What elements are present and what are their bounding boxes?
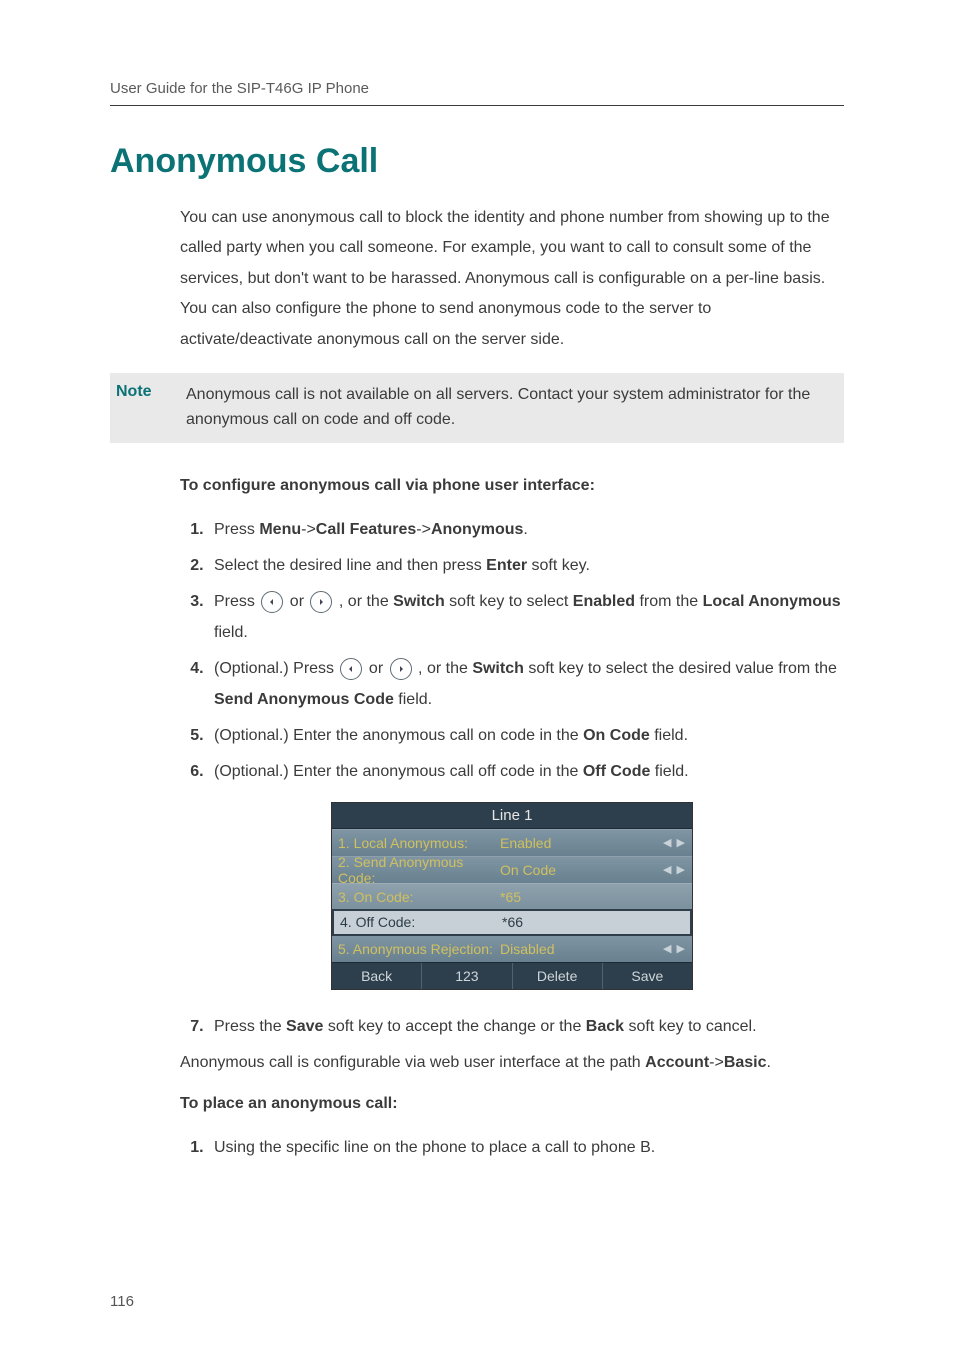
- row-arrows-icon: ◀ ▶: [658, 863, 686, 876]
- place-steps: Using the specific line on the phone to …: [180, 1133, 844, 1163]
- text: soft key to select the desired value fro…: [524, 660, 837, 677]
- text: soft key.: [527, 557, 590, 574]
- row-label: 1. Local Anonymous:: [338, 835, 500, 851]
- running-head: User Guide for the SIP-T46G IP Phone: [110, 80, 844, 106]
- row-value: Enabled: [500, 835, 658, 851]
- text: Using the specific line on the phone to …: [214, 1139, 655, 1156]
- section-title: Anonymous Call: [110, 142, 844, 181]
- text: ->: [416, 521, 431, 538]
- config-heading: To configure anonymous call via phone us…: [180, 477, 844, 495]
- row-value: On Code: [500, 862, 658, 878]
- step-2: Select the desired line and then press E…: [208, 551, 844, 581]
- text: field.: [650, 727, 688, 744]
- switch-bold: Switch: [472, 660, 524, 677]
- config-steps-continued: Press the Save soft key to accept the ch…: [180, 1012, 844, 1042]
- note-box: Note Anonymous call is not available on …: [110, 373, 844, 443]
- back-bold: Back: [586, 1018, 624, 1035]
- text: soft key to cancel.: [624, 1018, 757, 1035]
- text: field.: [650, 763, 688, 780]
- text: field.: [394, 691, 432, 708]
- text: .: [523, 521, 527, 538]
- text: (Optional.) Enter the anonymous call off…: [214, 763, 583, 780]
- row-label: 2. Send Anonymous Code:: [338, 854, 500, 886]
- note-label: Note: [110, 383, 186, 433]
- softkey-123: 123: [422, 963, 512, 989]
- intro-paragraph: You can use anonymous call to block the …: [180, 203, 844, 355]
- account-bold: Account: [645, 1054, 709, 1071]
- row-label: 4. Off Code:: [340, 914, 502, 930]
- save-bold: Save: [286, 1018, 323, 1035]
- row-value: Disabled: [500, 941, 658, 957]
- nav-left-icon: [261, 591, 283, 613]
- text: (Optional.) Press: [214, 660, 338, 677]
- enter-bold: Enter: [486, 557, 527, 574]
- text: Press: [214, 521, 259, 538]
- row-arrows-icon: ◀ ▶: [658, 836, 686, 849]
- screen-row-2: 2. Send Anonymous Code: On Code ◀ ▶: [332, 856, 692, 883]
- step-6: (Optional.) Enter the anonymous call off…: [208, 757, 844, 787]
- screen-row-1: 1. Local Anonymous: Enabled ◀ ▶: [332, 829, 692, 856]
- callfeatures-bold: Call Features: [316, 521, 416, 538]
- place-heading: To place an anonymous call:: [180, 1095, 844, 1113]
- nav-left-icon: [340, 658, 362, 680]
- phone-screenshot: Line 1 1. Local Anonymous: Enabled ◀ ▶ 2…: [331, 802, 693, 990]
- row-value: *66: [502, 914, 656, 930]
- text: Press the: [214, 1018, 286, 1035]
- place-step-1: Using the specific line on the phone to …: [208, 1133, 844, 1163]
- enabled-bold: Enabled: [573, 593, 635, 610]
- config-steps: Press Menu->Call Features->Anonymous. Se…: [180, 515, 844, 788]
- row-arrows-icon: ◀ ▶: [658, 942, 686, 955]
- softkey-back: Back: [332, 963, 422, 989]
- text: Select the desired line and then press: [214, 557, 486, 574]
- text: from the: [635, 593, 703, 610]
- text: , or the: [334, 593, 393, 610]
- text: ->: [709, 1054, 724, 1071]
- menu-bold: Menu: [259, 521, 301, 538]
- nav-right-icon: [390, 658, 412, 680]
- text: (Optional.) Enter the anonymous call on …: [214, 727, 583, 744]
- screen-title: Line 1: [332, 803, 692, 829]
- anonymous-bold: Anonymous: [431, 521, 523, 538]
- text: .: [767, 1054, 771, 1071]
- step-7: Press the Save soft key to accept the ch…: [208, 1012, 844, 1042]
- text: soft key to accept the change or the: [323, 1018, 585, 1035]
- sendanon-bold: Send Anonymous Code: [214, 691, 394, 708]
- softkey-bar: Back 123 Delete Save: [332, 962, 692, 989]
- switch-bold: Switch: [393, 593, 445, 610]
- screen-row-3: 3. On Code: *65: [332, 883, 692, 910]
- basic-bold: Basic: [724, 1054, 767, 1071]
- row-value: *65: [500, 889, 658, 905]
- text: Press: [214, 593, 259, 610]
- nav-right-icon: [310, 591, 332, 613]
- text: Anonymous call is configurable via web u…: [180, 1054, 645, 1071]
- row-label: 3. On Code:: [338, 889, 500, 905]
- text: field.: [214, 624, 248, 641]
- screen-row-4-selected: 4. Off Code: *66: [332, 909, 692, 936]
- page-number: 116: [110, 1293, 134, 1310]
- text: or: [364, 660, 387, 677]
- row-label: 5. Anonymous Rejection:: [338, 941, 500, 957]
- step-1: Press Menu->Call Features->Anonymous.: [208, 515, 844, 545]
- step-5: (Optional.) Enter the anonymous call on …: [208, 721, 844, 751]
- web-ui-note: Anonymous call is configurable via web u…: [180, 1048, 844, 1078]
- text: , or the: [414, 660, 473, 677]
- text: soft key to select: [445, 593, 573, 610]
- localanon-bold: Local Anonymous: [703, 593, 841, 610]
- oncode-bold: On Code: [583, 727, 650, 744]
- softkey-delete: Delete: [513, 963, 603, 989]
- text: or: [285, 593, 308, 610]
- offcode-bold: Off Code: [583, 763, 651, 780]
- softkey-save: Save: [603, 963, 692, 989]
- step-4: (Optional.) Press or , or the Switch sof…: [208, 654, 844, 715]
- screen-row-5: 5. Anonymous Rejection: Disabled ◀ ▶: [332, 935, 692, 962]
- step-3: Press or , or the Switch soft key to sel…: [208, 587, 844, 648]
- note-text: Anonymous call is not available on all s…: [186, 383, 832, 433]
- text: ->: [301, 521, 316, 538]
